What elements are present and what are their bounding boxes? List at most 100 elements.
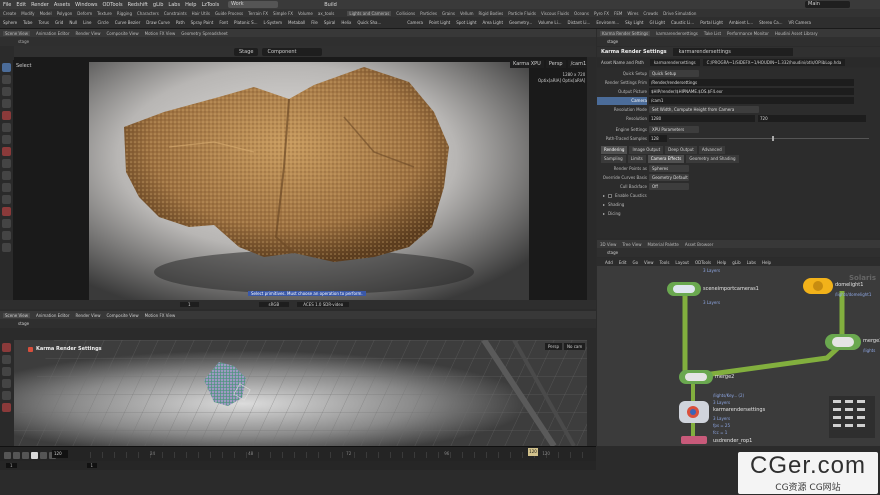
shelf-tool-env-light[interactable]: Environm...: [596, 20, 619, 25]
shelf-tool-draw-curve[interactable]: Draw Curve: [146, 20, 170, 25]
magnet-tool-icon[interactable]: [2, 207, 11, 216]
fold-shading[interactable]: ▸ Shading: [603, 202, 624, 207]
shelf-tab[interactable]: Guide Process: [215, 11, 243, 16]
menu-file[interactable]: File: [3, 2, 11, 8]
network-menu-go[interactable]: Go: [633, 260, 639, 265]
network-menu-odtools[interactable]: ODTools: [695, 260, 711, 265]
shelf-tab[interactable]: Constraints: [164, 11, 187, 16]
network-menu-help-2[interactable]: Help: [762, 260, 771, 265]
tab-advanced[interactable]: Advanced: [698, 146, 725, 154]
tab-geometry-shading[interactable]: Geometry and Shading: [686, 155, 739, 163]
color-space-menu[interactable]: sRGB: [258, 302, 290, 307]
quick-setup-menu[interactable]: Quick Setup: [649, 70, 699, 77]
tab-3d-view[interactable]: 3D View: [600, 242, 616, 247]
tab-scene-view[interactable]: Scene View: [3, 30, 30, 36]
tab-motion-fx-view[interactable]: Motion FX View: [145, 31, 176, 36]
lock-tool-icon[interactable]: [2, 243, 11, 252]
snap-tool-icon[interactable]: [2, 171, 11, 180]
mode-menu[interactable]: Stage: [234, 47, 259, 56]
tab-motion-fx-view-2[interactable]: Motion FX View: [145, 313, 176, 318]
engine-settings-menu[interactable]: XPU Parameters: [649, 126, 699, 133]
cull-backface-menu[interactable]: Off: [649, 183, 689, 190]
shelf-tab[interactable]: Rigging: [117, 11, 132, 16]
shelf-tool-file[interactable]: File: [311, 20, 318, 25]
display-tool-icon[interactable]: [2, 231, 11, 240]
node-domelight1[interactable]: domelight1: [835, 282, 863, 288]
menu-lztools[interactable]: LzTools: [201, 2, 219, 8]
first-frame-icon[interactable]: [4, 451, 11, 459]
shelf-tab[interactable]: Particle Fluids: [508, 11, 536, 16]
build-menu[interactable]: Build: [324, 2, 337, 8]
node-sceneimportcameras1[interactable]: sceneimportcameras1: [703, 286, 759, 292]
tab-rendering[interactable]: Rendering: [601, 146, 628, 154]
shelf-tool-spiral[interactable]: Spiral: [324, 20, 335, 25]
shelf-tab[interactable]: Characters: [137, 11, 159, 16]
range-end[interactable]: 1: [86, 463, 98, 468]
tab-deep-output[interactable]: Deep Output: [665, 146, 697, 154]
shelf-tool-curve[interactable]: Curve Bezier: [115, 20, 141, 25]
camera-field[interactable]: /cam1: [649, 97, 854, 104]
rotate-tool-icon[interactable]: [2, 87, 11, 96]
reverse-play-icon[interactable]: [22, 451, 29, 459]
shelf-tool-sky-light[interactable]: Sky Light: [625, 20, 643, 25]
shelf-tool-volume-light[interactable]: Volume Li...: [538, 20, 561, 25]
tab-image-output[interactable]: Image Output: [629, 146, 664, 154]
frame-input[interactable]: 1: [180, 302, 199, 307]
shelf-tab[interactable]: Polygon: [57, 11, 73, 16]
shelf-tab[interactable]: Modify: [21, 11, 34, 16]
node-karmarendersettings[interactable]: karmarendersettings: [713, 407, 765, 413]
shelf-tool-path[interactable]: Path: [176, 20, 185, 25]
override-curves-menu[interactable]: Geometry Default: [649, 174, 689, 181]
camera-menu[interactable]: /cam1: [567, 60, 590, 68]
render-viewport[interactable]: [14, 57, 587, 300]
renderer-menu[interactable]: Karma XPU: [510, 60, 544, 68]
shelf-tab[interactable]: Pyro FX: [594, 11, 609, 16]
shelf-tab[interactable]: Texture: [97, 11, 112, 16]
tab-render-view-2[interactable]: Render View: [75, 313, 100, 318]
component-menu[interactable]: Component: [262, 47, 323, 56]
path-stage-network[interactable]: stage: [607, 250, 618, 255]
shelf-tab[interactable]: Rigid Bodies: [479, 11, 504, 16]
tab-animation-editor[interactable]: Animation Editor: [36, 31, 70, 36]
shelf-tab[interactable]: Create: [3, 11, 16, 16]
shelf-tool-line[interactable]: Line: [83, 20, 91, 25]
menu-edit[interactable]: Edit: [16, 2, 26, 8]
shelf-tool-font[interactable]: Font: [219, 20, 228, 25]
shelf-tool-metaball[interactable]: Metaball: [288, 20, 305, 25]
resolution-height-field[interactable]: 720: [758, 115, 866, 122]
shelf-tool-quick-shape[interactable]: Quick Sha...: [357, 20, 381, 25]
path-stage-params[interactable]: stage: [607, 39, 618, 44]
play-icon[interactable]: [31, 451, 38, 459]
camera-tool-icon[interactable]: [2, 147, 11, 156]
shelf-tab[interactable]: Vellum: [460, 11, 474, 16]
camera-menu-2[interactable]: No cam: [564, 343, 586, 350]
tab-limits[interactable]: Limits: [627, 155, 646, 163]
shelf-tool-spray[interactable]: Spray Paint: [191, 20, 214, 25]
node-network[interactable]: Solaris 3 Layers sceneimportcameras1 3 L…: [597, 266, 880, 446]
resolution-width-field[interactable]: 1280: [649, 115, 755, 122]
network-menu-view[interactable]: View: [644, 260, 654, 265]
menu-windows[interactable]: Windows: [75, 2, 97, 8]
shelf-tool-lsystem[interactable]: L-System: [264, 20, 283, 25]
tab-animation-editor-2[interactable]: Animation Editor: [36, 313, 70, 318]
frame-field[interactable]: 120: [52, 450, 68, 458]
samples-slider-handle[interactable]: [772, 136, 774, 141]
snap-tool-icon[interactable]: [2, 355, 11, 364]
fold-enable-caustics[interactable]: ▸ Enable Caustics: [603, 193, 647, 198]
network-menu-layout[interactable]: Layout: [675, 260, 689, 265]
select-tool-icon[interactable]: [2, 63, 11, 72]
shelf-tool-caustic-light[interactable]: Caustic Li...: [671, 20, 694, 25]
node-name-field[interactable]: karmarendersettings: [672, 48, 793, 56]
scale-tool-icon[interactable]: [2, 99, 11, 108]
tab-karma-render-settings[interactable]: Karma Render Settings: [600, 30, 651, 36]
tab-take-list[interactable]: Take List: [704, 31, 721, 36]
network-menu-add[interactable]: Add: [605, 260, 613, 265]
shelf-tab[interactable]: FEM: [614, 11, 622, 16]
gl-viewport[interactable]: [14, 340, 587, 446]
paint-tool-icon[interactable]: [2, 183, 11, 192]
shelf-tool-null[interactable]: Null: [69, 20, 77, 25]
render-settings-prim-field[interactable]: /Render/rendersettings: [649, 79, 854, 86]
tab-scene-view-2[interactable]: Scene View: [3, 312, 30, 318]
shelf-tool-point-light[interactable]: Point Light: [429, 20, 450, 25]
next-frame-icon[interactable]: [40, 451, 47, 459]
